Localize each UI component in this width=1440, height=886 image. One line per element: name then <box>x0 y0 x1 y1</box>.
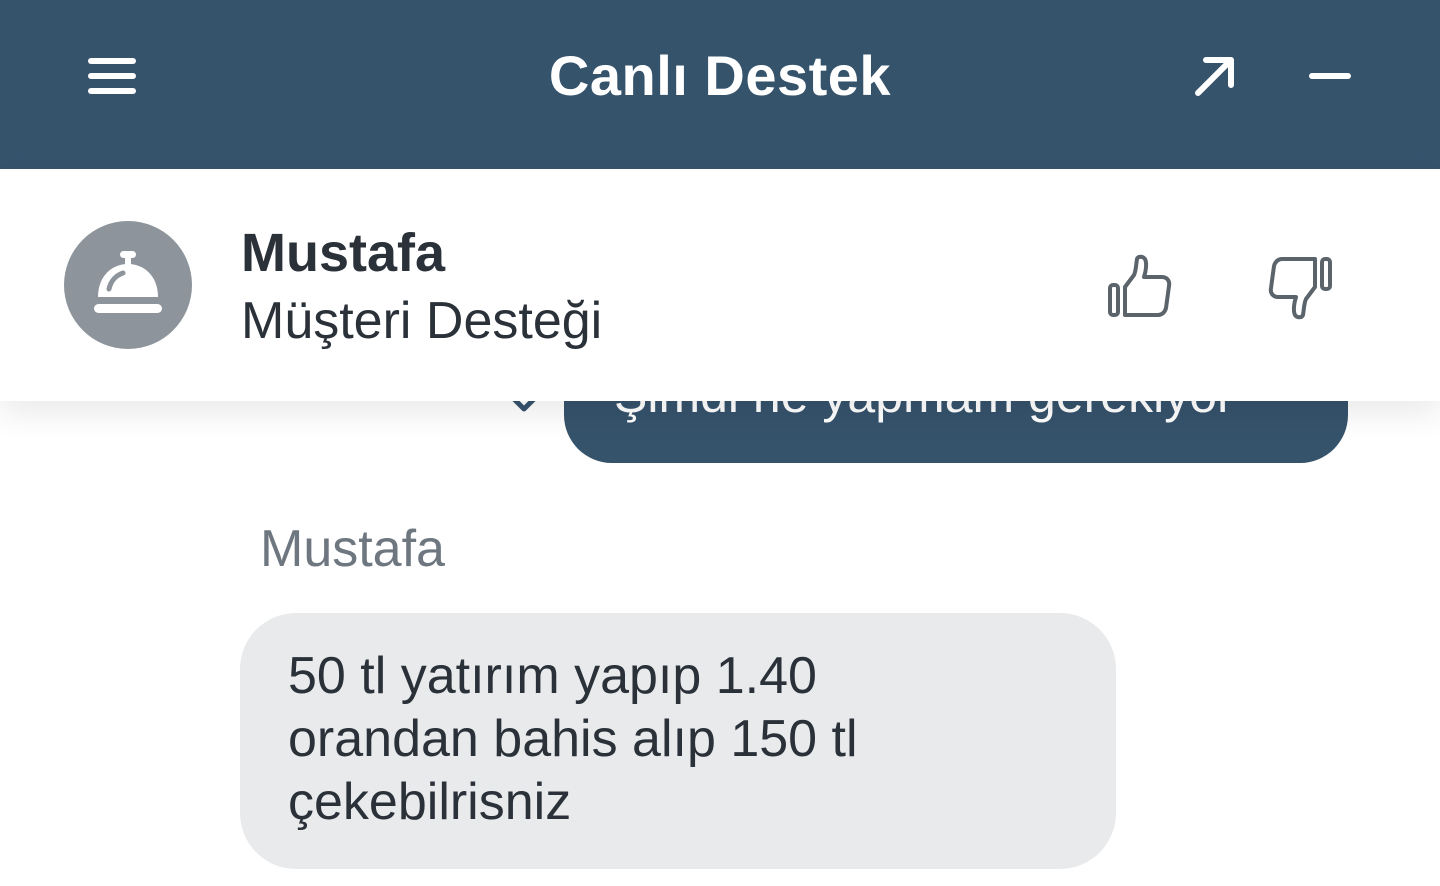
thumbs-up-icon <box>1108 254 1172 317</box>
avatar <box>64 221 192 349</box>
minimize-button[interactable] <box>1295 44 1365 108</box>
agent-header: Mustafa Müşteri Desteği <box>0 169 1440 401</box>
thumbs-up-button[interactable] <box>1098 245 1182 329</box>
thumbs-down-button[interactable] <box>1258 245 1342 329</box>
expand-button[interactable] <box>1180 44 1250 108</box>
arrow-up-right-icon <box>1195 57 1234 96</box>
minus-icon <box>1309 73 1351 79</box>
agent-role: Müşteri Desteği <box>241 292 603 350</box>
agent-name: Mustafa <box>241 223 446 283</box>
agent-sender-label: Mustafa <box>260 520 445 578</box>
top-bar: Canlı Destek <box>0 0 1440 169</box>
service-bell-icon <box>94 251 162 313</box>
thumbs-down-icon <box>1268 257 1332 320</box>
agent-message-bubble: 50 tl yatırım yapıp 1.40 orandan bahis a… <box>240 613 1116 869</box>
